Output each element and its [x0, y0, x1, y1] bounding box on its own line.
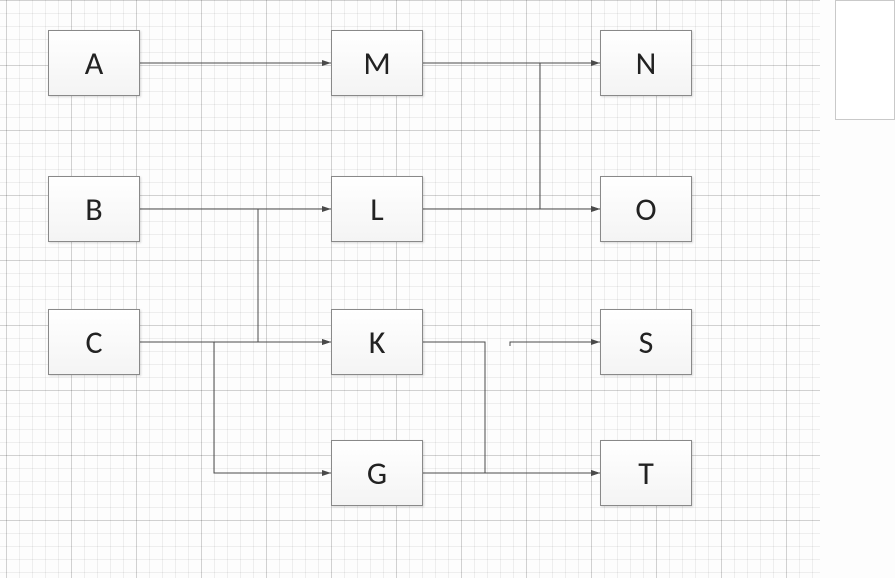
node-N[interactable]: N	[600, 30, 692, 96]
node-label: L	[370, 190, 383, 229]
node-label: S	[639, 323, 654, 362]
node-label: N	[636, 44, 657, 83]
node-C[interactable]: C	[48, 309, 140, 375]
node-label: B	[85, 190, 102, 229]
node-B[interactable]: B	[48, 176, 140, 242]
node-label: C	[85, 323, 102, 362]
node-L[interactable]: L	[331, 176, 423, 242]
node-label: G	[367, 454, 387, 493]
diagram-canvas: A B C M L K G N O S T	[0, 0, 895, 578]
node-label: A	[85, 44, 104, 83]
node-K[interactable]: K	[331, 309, 423, 375]
node-A[interactable]: A	[48, 30, 140, 96]
side-panel	[835, 0, 895, 120]
node-label: O	[635, 190, 656, 229]
node-T[interactable]: T	[600, 440, 692, 506]
node-M[interactable]: M	[331, 30, 423, 96]
node-S[interactable]: S	[600, 309, 692, 375]
node-O[interactable]: O	[600, 176, 692, 242]
node-label: M	[363, 44, 390, 83]
node-label: K	[369, 323, 386, 362]
node-label: T	[638, 454, 654, 493]
node-G[interactable]: G	[331, 440, 423, 506]
